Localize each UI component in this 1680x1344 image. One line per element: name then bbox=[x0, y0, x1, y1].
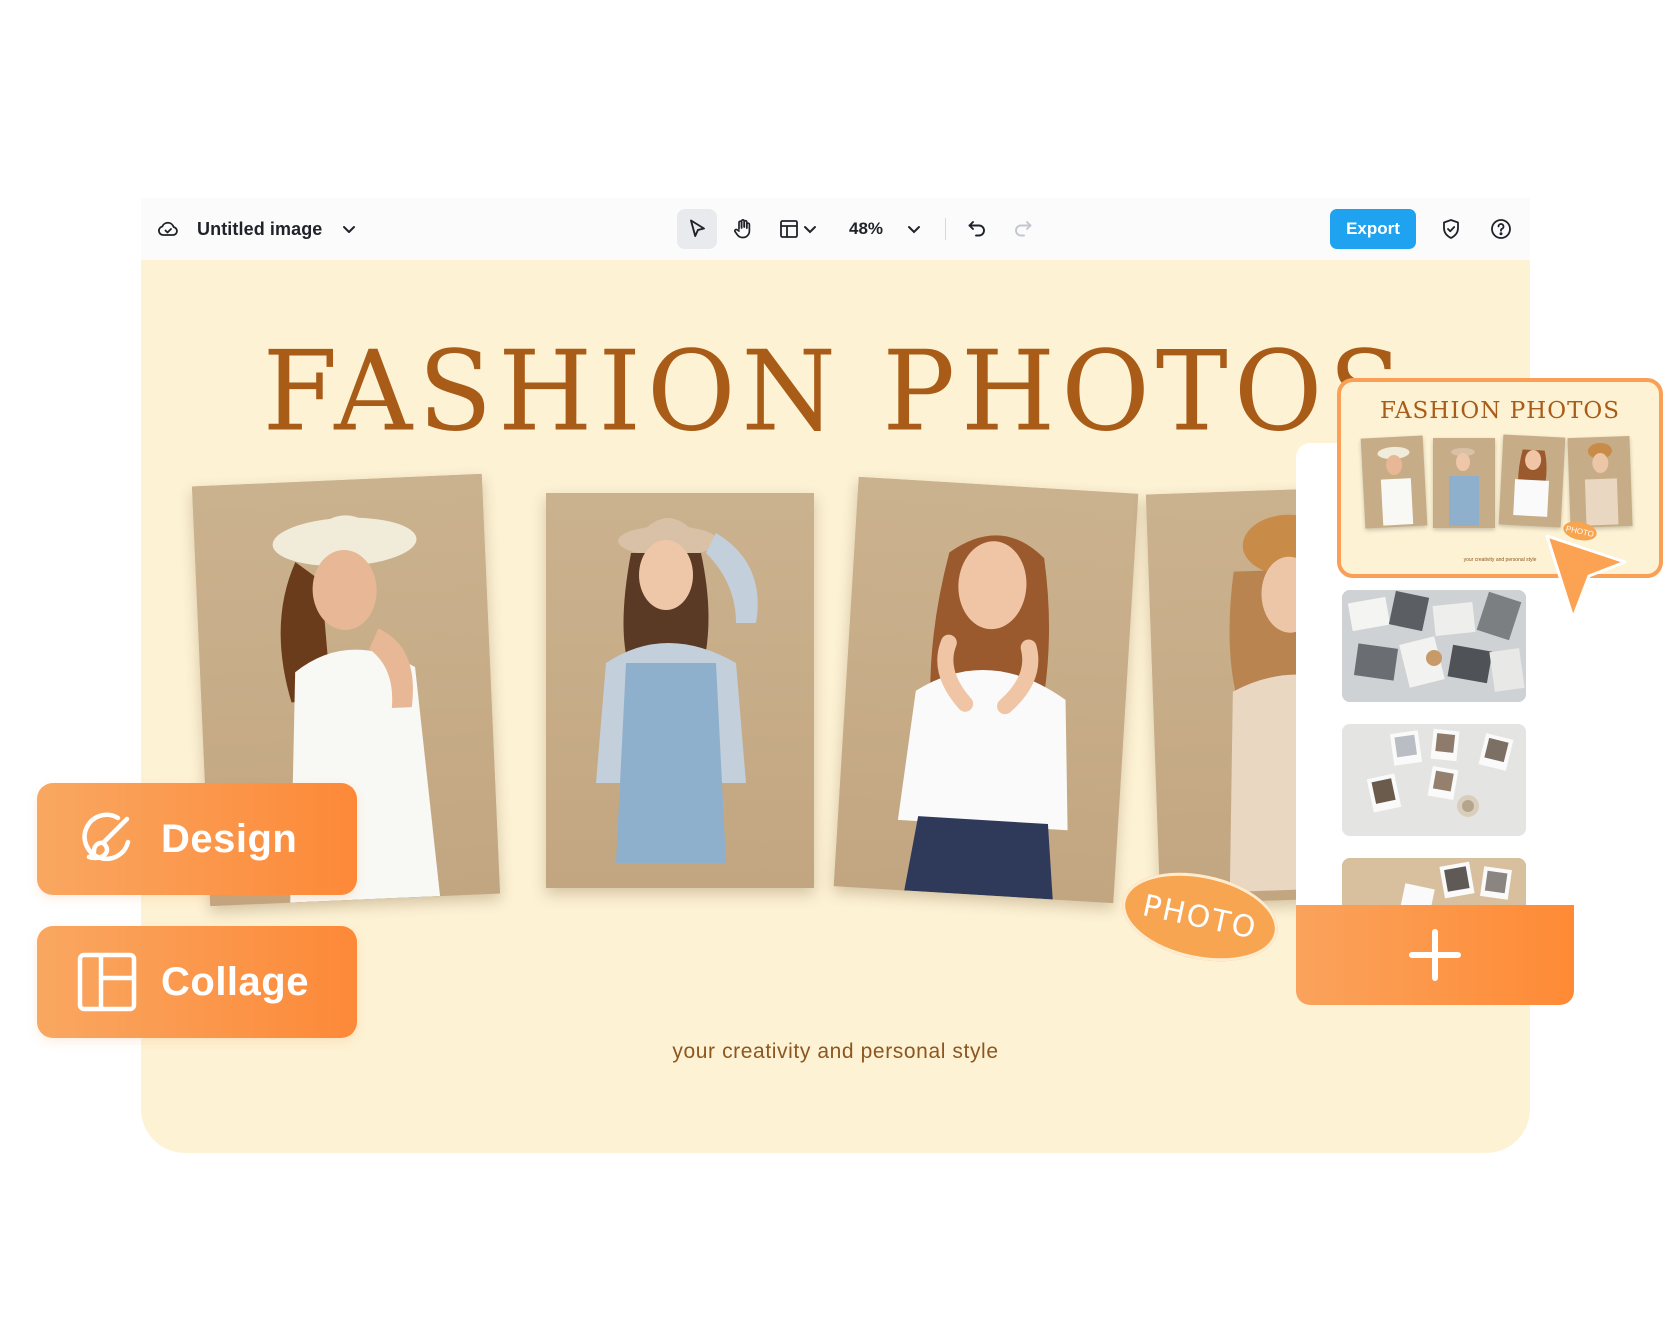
toolbar-right: Export bbox=[1330, 198, 1530, 260]
hand-tool-button[interactable] bbox=[723, 209, 763, 249]
template-thumbnail[interactable] bbox=[1342, 590, 1526, 702]
model-photo bbox=[897, 535, 1068, 904]
toolbar-left: Untitled image bbox=[155, 198, 362, 260]
layout-tool-button[interactable] bbox=[771, 209, 823, 249]
help-icon[interactable] bbox=[1488, 216, 1514, 242]
design-feature-button[interactable]: Design bbox=[37, 783, 357, 895]
zoom-chevron-down-icon[interactable] bbox=[901, 216, 927, 242]
cloud-sync-icon[interactable] bbox=[155, 216, 181, 242]
collage-feature-label: Collage bbox=[161, 959, 309, 1004]
featured-template-title: FASHION PHOTOS bbox=[1379, 398, 1621, 424]
mini-photo-card bbox=[1567, 435, 1633, 529]
wood-template-preview bbox=[1342, 858, 1526, 910]
template-thumbnail[interactable] bbox=[1342, 724, 1526, 836]
collage-feature-button[interactable]: Collage bbox=[37, 926, 357, 1038]
shield-check-icon[interactable] bbox=[1438, 216, 1464, 242]
model-photo bbox=[596, 518, 758, 863]
canvas-subtitle[interactable]: your creativity and personal style bbox=[141, 1040, 1530, 1064]
canvas-title[interactable]: FASHION PHOTOS bbox=[141, 329, 1530, 457]
redo-icon[interactable] bbox=[1010, 216, 1036, 242]
photo-card[interactable] bbox=[546, 493, 814, 888]
template-thumbnail[interactable] bbox=[1342, 858, 1526, 910]
top-toolbar: Untitled image 48% Export bbox=[141, 198, 1530, 260]
add-template-button[interactable] bbox=[1296, 905, 1574, 1005]
title-chevron-down-icon[interactable] bbox=[336, 216, 362, 242]
hand-icon bbox=[730, 216, 756, 242]
photo-card[interactable] bbox=[833, 476, 1139, 904]
collage-template-preview bbox=[1342, 590, 1526, 702]
document-title[interactable]: Untitled image bbox=[197, 219, 322, 240]
undo-icon[interactable] bbox=[964, 216, 990, 242]
paint-brush-icon bbox=[77, 809, 137, 869]
photo-stamp-text: PHOTO bbox=[1139, 887, 1261, 947]
layout-chevron-down-icon bbox=[802, 216, 818, 242]
collage-layout-icon bbox=[77, 952, 137, 1012]
mini-photo-card bbox=[1433, 438, 1495, 528]
design-feature-label: Design bbox=[161, 816, 298, 861]
toolbar-divider bbox=[945, 218, 947, 240]
mini-photo-card bbox=[1360, 435, 1428, 529]
toolbar-center: 48% bbox=[677, 198, 1036, 260]
polaroid-template-preview bbox=[1342, 724, 1526, 836]
pointer-arrow-icon bbox=[684, 216, 710, 242]
layout-icon bbox=[776, 216, 802, 242]
mini-photo-card bbox=[1498, 434, 1566, 528]
export-button[interactable]: Export bbox=[1330, 209, 1416, 249]
plus-icon bbox=[1409, 929, 1461, 981]
zoom-level[interactable]: 48% bbox=[849, 219, 883, 239]
cursor-pointer-icon bbox=[1545, 534, 1627, 620]
select-tool-button[interactable] bbox=[677, 209, 717, 249]
